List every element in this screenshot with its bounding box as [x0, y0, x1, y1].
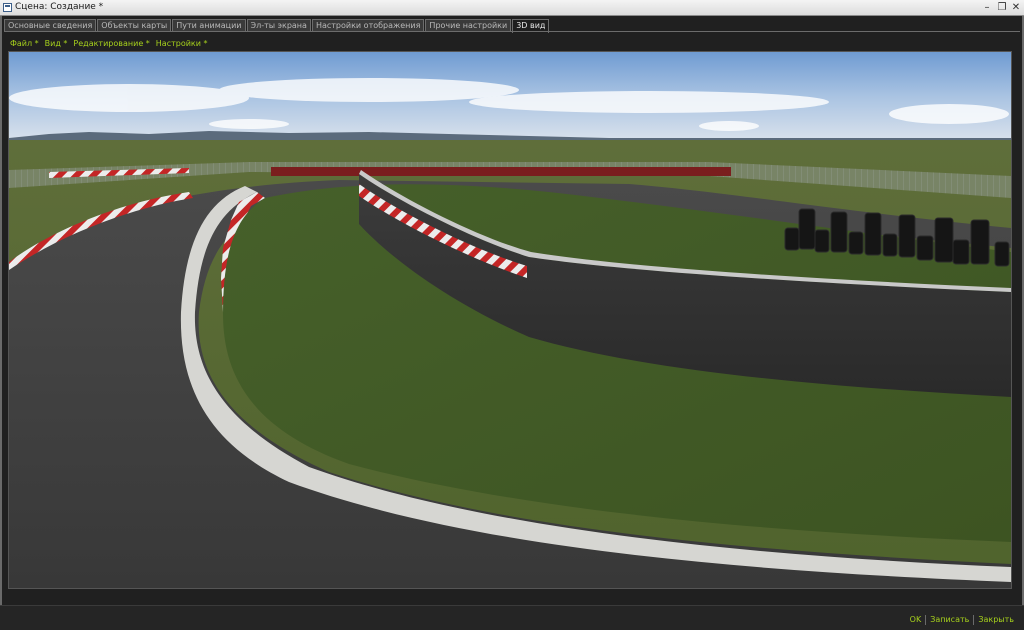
ok-button[interactable]: OK	[906, 615, 926, 625]
title-bar: Сцена: Создание * – ❐ ✕	[0, 0, 1024, 16]
window-title: Сцена: Создание *	[15, 2, 104, 12]
race-track-scene	[9, 52, 1011, 588]
3d-viewport[interactable]	[8, 51, 1012, 589]
restore-icon[interactable]: ❐	[995, 1, 1009, 14]
close-icon[interactable]: ✕	[1009, 1, 1023, 14]
menu-view[interactable]: Вид *	[45, 39, 68, 49]
menu-bar: Файл * Вид * Редактирование * Настройки …	[10, 39, 208, 49]
bottom-bar: OK Записать Закрыть	[0, 605, 1024, 630]
close-button[interactable]: Закрыть	[974, 615, 1018, 625]
minimize-icon[interactable]: –	[980, 1, 994, 14]
menu-file[interactable]: Файл *	[10, 39, 39, 49]
save-button[interactable]: Записать	[926, 615, 973, 625]
menu-settings[interactable]: Настройки *	[156, 39, 208, 49]
menu-edit[interactable]: Редактирование *	[73, 39, 149, 49]
window-icon	[3, 3, 12, 12]
footer-buttons: OK Записать Закрыть	[906, 615, 1018, 625]
tab-divider	[4, 31, 1020, 32]
far-tire-wall	[271, 167, 731, 176]
